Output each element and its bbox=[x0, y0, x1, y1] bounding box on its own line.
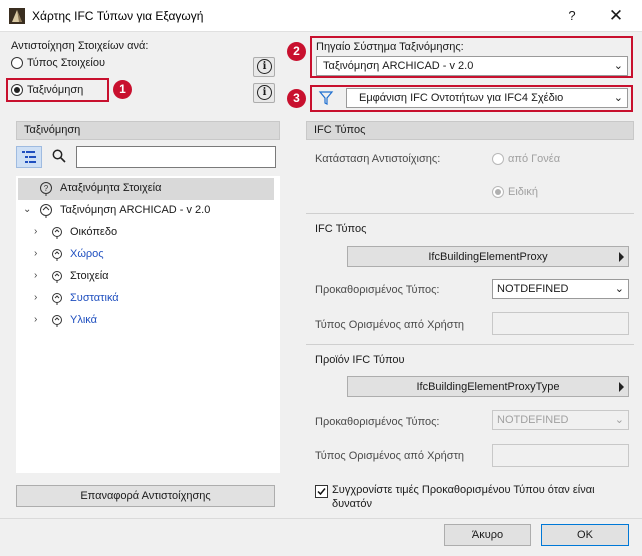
element-type-info-button[interactable]: i bbox=[253, 57, 275, 77]
tree-item-label: Συστατικά bbox=[70, 292, 119, 304]
tree-view-icon bbox=[22, 151, 36, 163]
chevron-right-icon[interactable]: › bbox=[34, 226, 37, 237]
ifc-entity-filter-value: Εμφάνιση IFC Οντοτήτων για IFC4 Σχέδιο bbox=[359, 92, 564, 104]
divider bbox=[306, 344, 634, 345]
predefined-type-2-label: Προκαθορισμένος Τύπος: bbox=[315, 416, 440, 428]
sync-predefined-label-line1[interactable]: Συγχρονίστε τιμές Προκαθορισμένου Τύπου … bbox=[332, 484, 595, 496]
cancel-button[interactable]: Άκυρο bbox=[444, 524, 531, 546]
classification-info-button[interactable]: i bbox=[253, 83, 275, 103]
ifc-type-selector[interactable]: IfcBuildingElementProxy bbox=[347, 246, 629, 267]
callout-badge-1: 1 bbox=[113, 80, 132, 99]
tree-item-label: Ταξινόμηση ARCHICAD - v 2.0 bbox=[60, 204, 211, 216]
chevron-down-icon[interactable]: ⌄ bbox=[23, 204, 31, 215]
product-type-label: Προϊόν IFC Τύπου bbox=[315, 354, 405, 366]
tree-node-icon: ? bbox=[40, 182, 52, 196]
ok-label: OK bbox=[577, 529, 593, 541]
arrow-right-icon bbox=[619, 252, 624, 262]
arrow-right-icon bbox=[619, 382, 624, 392]
mapping-state-label: Κατάσταση Αντιστοίχισης: bbox=[315, 153, 441, 165]
product-type-selector[interactable]: IfcBuildingElementProxyType bbox=[347, 376, 629, 397]
ifc-type-value: IfcBuildingElementProxy bbox=[428, 251, 548, 263]
tree-item-label: Οικόπεδο bbox=[70, 226, 118, 238]
archicad-app-icon bbox=[9, 8, 25, 24]
tree-item-site[interactable]: › Οικόπεδο bbox=[18, 222, 274, 244]
info-icon: i bbox=[257, 59, 272, 74]
chevron-down-icon: ⌄ bbox=[613, 92, 623, 104]
search-icon[interactable] bbox=[52, 149, 66, 166]
tree-node-icon bbox=[52, 249, 62, 261]
classification-panel-header: Ταξινόμηση bbox=[16, 121, 280, 140]
help-button[interactable]: ? bbox=[562, 6, 582, 26]
chevron-down-icon: ⌄ bbox=[614, 283, 624, 295]
tree-node-icon bbox=[52, 227, 62, 239]
predefined-type-label: Προκαθορισμένος Τύπος: bbox=[315, 284, 440, 296]
classification-panel-title: Ταξινόμηση bbox=[24, 124, 81, 136]
radio-custom bbox=[492, 186, 504, 198]
ifc-type-label: IFC Τύπος bbox=[315, 223, 367, 235]
predefined-type-dropdown[interactable]: NOTDEFINED ⌄ bbox=[492, 279, 629, 299]
close-button[interactable]: ✕ bbox=[606, 6, 626, 26]
radio-from-parent-label: από Γονέα bbox=[508, 153, 561, 165]
tree-view-button[interactable] bbox=[16, 146, 42, 168]
predefined-type-2-dropdown: NOTDEFINED ⌄ bbox=[492, 410, 629, 430]
user-defined-type-2-label: Τύπος Ορισμένος από Χρήστη bbox=[315, 450, 465, 462]
radio-element-type[interactable] bbox=[11, 57, 23, 69]
cancel-label: Άκυρο bbox=[471, 529, 504, 541]
product-type-value: IfcBuildingElementProxyType bbox=[416, 381, 560, 393]
filter-icon[interactable] bbox=[318, 90, 338, 108]
tree-item-label: Χώρος bbox=[70, 248, 104, 260]
chevron-down-icon: ⌄ bbox=[614, 414, 624, 426]
tree-item-label: Αταξινόμητα Στοιχεία bbox=[60, 182, 162, 194]
svg-text:?: ? bbox=[44, 184, 49, 193]
divider bbox=[306, 213, 634, 214]
reset-mapping-label: Επαναφορά Αντιστοίχησης bbox=[80, 490, 211, 502]
tree-item-archicad-classification[interactable]: ⌄ Ταξινόμηση ARCHICAD - v 2.0 bbox=[18, 200, 274, 222]
radio-custom-label: Ειδική bbox=[508, 186, 538, 198]
tree-node-icon bbox=[40, 204, 52, 218]
chevron-right-icon[interactable]: › bbox=[34, 248, 37, 259]
user-defined-type-2-field bbox=[492, 444, 629, 467]
radio-from-parent bbox=[492, 153, 504, 165]
sync-predefined-checkbox[interactable] bbox=[315, 485, 328, 498]
source-system-value: Ταξινόμηση ARCHICAD - v 2.0 bbox=[323, 60, 474, 72]
chevron-right-icon[interactable]: › bbox=[34, 270, 37, 281]
source-system-label: Πηγαίο Σύστημα Ταξινόμησης: bbox=[316, 41, 464, 53]
tree-node-icon bbox=[52, 271, 62, 283]
tree-item-unclassified[interactable]: ? Αταξινόμητα Στοιχεία bbox=[18, 178, 274, 200]
source-system-dropdown[interactable]: Ταξινόμηση ARCHICAD - v 2.0 ⌄ bbox=[316, 56, 628, 76]
info-icon: i bbox=[257, 85, 272, 100]
chevron-right-icon[interactable]: › bbox=[34, 292, 37, 303]
radio-classification[interactable] bbox=[11, 84, 23, 96]
callout-badge-3: 3 bbox=[287, 89, 306, 108]
tree-item-space[interactable]: › Χώρος bbox=[18, 244, 274, 266]
predefined-type-2-value: NOTDEFINED bbox=[497, 414, 569, 426]
footer-divider bbox=[0, 518, 642, 519]
tree-node-icon bbox=[52, 293, 62, 305]
callout-badge-2: 2 bbox=[287, 42, 306, 61]
ifc-type-section-header: IFC Τύπος bbox=[306, 121, 634, 140]
chevron-down-icon: ⌄ bbox=[613, 60, 623, 72]
checkmark-icon bbox=[317, 488, 326, 496]
tree-item-components[interactable]: › Συστατικά bbox=[18, 288, 274, 310]
reset-mapping-button[interactable]: Επαναφορά Αντιστοίχησης bbox=[16, 485, 275, 507]
sync-predefined-label-line2[interactable]: δυνατόν bbox=[332, 498, 372, 510]
mapping-mode-label: Αντιστοίχηση Στοιχείων ανά: bbox=[11, 40, 149, 52]
predefined-type-value: NOTDEFINED bbox=[497, 283, 569, 295]
window-title: Χάρτης IFC Τύπων για Εξαγωγή bbox=[32, 9, 204, 23]
user-defined-type-label: Τύπος Ορισμένος από Χρήστη bbox=[315, 319, 465, 331]
tree-node-icon bbox=[52, 315, 62, 327]
tree-item-label: Στοιχεία bbox=[70, 270, 109, 282]
radio-classification-label[interactable]: Ταξινόμηση bbox=[27, 84, 83, 96]
radio-element-type-label[interactable]: Τύπος Στοιχείου bbox=[27, 57, 105, 69]
chevron-right-icon[interactable]: › bbox=[34, 314, 37, 325]
tree-item-label: Υλικά bbox=[70, 314, 98, 326]
ifc-entity-filter-dropdown[interactable]: Εμφάνιση IFC Οντοτήτων για IFC4 Σχέδιο ⌄ bbox=[346, 88, 628, 108]
ok-button[interactable]: OK bbox=[541, 524, 629, 546]
user-defined-type-field bbox=[492, 312, 629, 335]
ifc-type-section-title: IFC Τύπος bbox=[314, 124, 366, 136]
search-input[interactable] bbox=[76, 146, 276, 168]
tree-item-elements[interactable]: › Στοιχεία bbox=[18, 266, 274, 288]
tree-item-materials[interactable]: › Υλικά bbox=[18, 310, 274, 332]
